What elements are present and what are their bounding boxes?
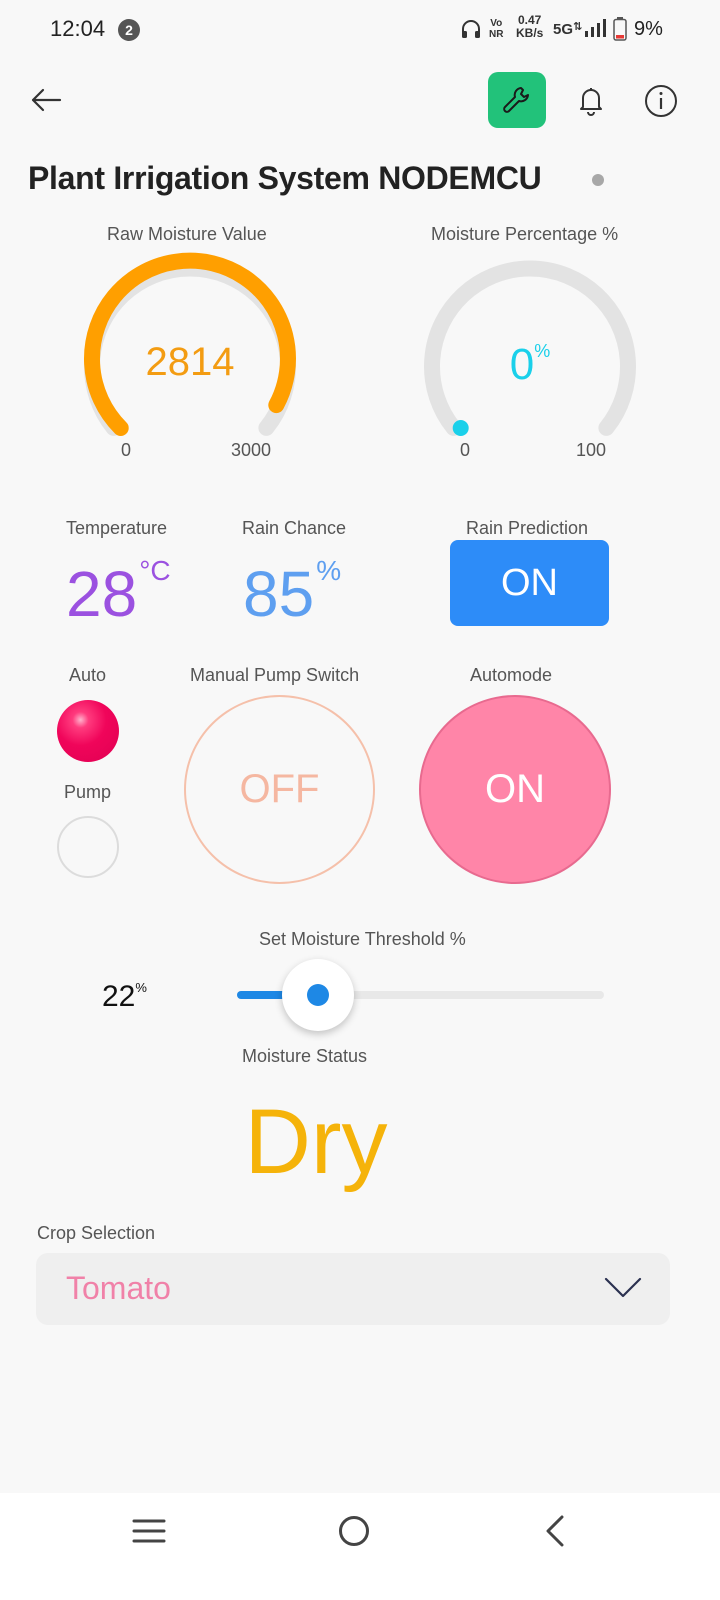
rain-prediction-label: Rain Prediction: [466, 518, 589, 538]
manual-pump-switch-button[interactable]: OFF: [184, 695, 375, 884]
rain-prediction-button[interactable]: ON: [450, 540, 609, 626]
home-icon[interactable]: [337, 1514, 371, 1548]
threshold-slider-thumb-dot: [307, 984, 329, 1006]
moisture-status-label: Moisture Status: [242, 1046, 368, 1066]
pump-led-label: Pump: [64, 782, 112, 802]
threshold-value: 22%: [102, 980, 147, 1013]
temperature-label: Temperature: [66, 518, 168, 538]
headset-icon: [462, 20, 480, 38]
network-type: 5G⇅: [553, 21, 583, 38]
moisture-percentage-max: 100: [576, 440, 607, 460]
signal-icon: [585, 19, 606, 37]
notification-count-badge: 2: [118, 19, 140, 41]
back-icon[interactable]: [541, 1514, 569, 1548]
crop-selection-value: Tomato: [66, 1270, 171, 1306]
vonr-indicator: Vo NR: [489, 18, 504, 40]
rain-chance-value: 85%: [243, 555, 342, 630]
auto-led-label: Auto: [69, 665, 107, 685]
auto-led-indicator: [57, 700, 119, 762]
automode-button[interactable]: ON: [419, 695, 611, 884]
info-icon[interactable]: [644, 84, 678, 118]
temperature-value: 28°C: [66, 555, 171, 630]
battery-icon: [613, 17, 627, 41]
moisture-status-value: Dry: [244, 1091, 388, 1193]
moisture-percentage-value: 0%: [509, 340, 551, 389]
page-title: Plant Irrigation System NODEMCU: [28, 160, 542, 196]
threshold-label: Set Moisture Threshold %: [259, 929, 466, 949]
moisture-percentage-gauge-fill: [452, 420, 469, 436]
crop-selection-label: Crop Selection: [37, 1223, 156, 1243]
moisture-percentage-min: 0: [460, 440, 471, 460]
menu-icon[interactable]: [132, 1517, 166, 1545]
raw-moisture-max: 3000: [231, 440, 272, 460]
moisture-percentage-label: Moisture Percentage %: [431, 224, 619, 244]
battery-percentage: 9%: [634, 18, 663, 40]
settings-wrench-button[interactable]: [488, 72, 546, 128]
automode-label: Automode: [470, 665, 553, 685]
chevron-down-icon[interactable]: [604, 1276, 642, 1300]
manual-pump-switch-label: Manual Pump Switch: [190, 665, 360, 685]
device-status-dot: [592, 174, 604, 186]
status-time: 12:04: [50, 16, 106, 41]
raw-moisture-value: 2814: [145, 340, 235, 384]
network-speed: 0.47 KB/s: [516, 13, 544, 40]
pump-led-indicator: [57, 816, 119, 878]
back-arrow-icon[interactable]: [30, 87, 62, 113]
bell-icon[interactable]: [575, 84, 607, 116]
raw-moisture-label: Raw Moisture Value: [107, 224, 267, 244]
raw-moisture-min: 0: [121, 440, 132, 460]
wrench-icon: [503, 87, 529, 113]
rain-chance-label: Rain Chance: [242, 518, 347, 538]
